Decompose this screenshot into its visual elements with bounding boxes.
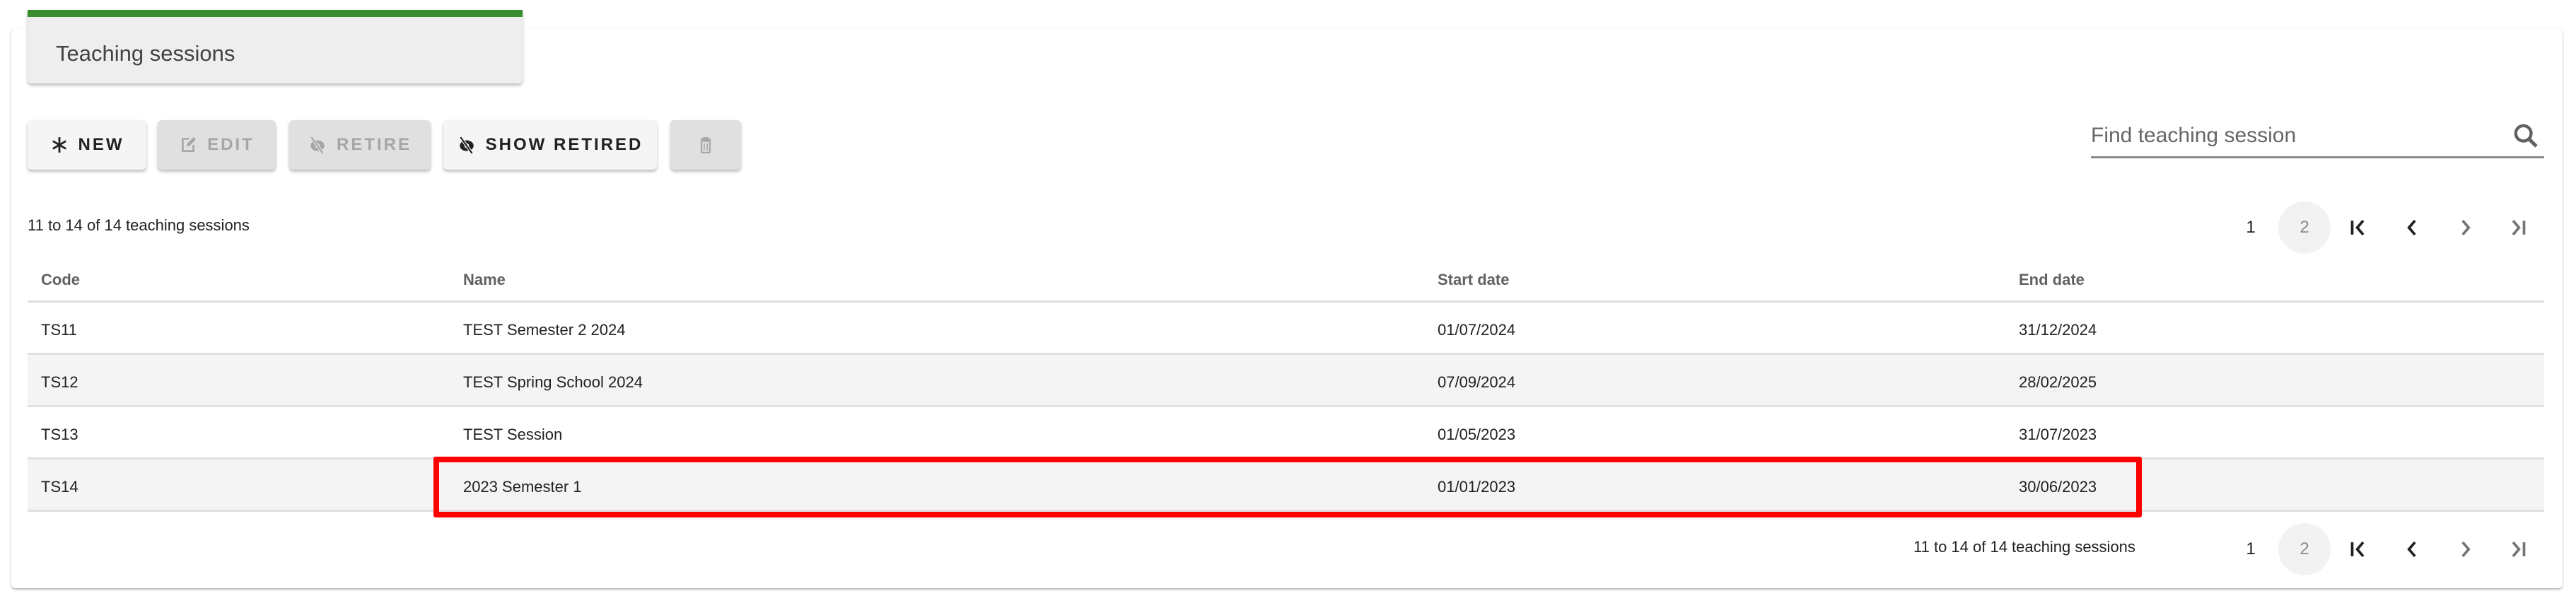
teaching-sessions-table: Code Name Start date End date TS11 TEST …: [28, 252, 2544, 512]
cell-start-date: 01/05/2023: [1438, 426, 1516, 443]
column-header-start-date[interactable]: Start date: [1438, 271, 1509, 289]
results-summary-bottom: 11 to 14 of 14 teaching sessions: [1913, 538, 2135, 556]
cell-code: TS11: [41, 321, 77, 339]
first-page-button[interactable]: [2332, 523, 2384, 575]
chevron-right-icon: [2461, 219, 2471, 236]
show-retired-button-label: SHOW RETIRED: [485, 135, 643, 154]
retire-button[interactable]: RETIRE: [289, 120, 431, 170]
column-header-name[interactable]: Name: [463, 271, 506, 289]
previous-page-button[interactable]: [2386, 523, 2438, 575]
page-1-button[interactable]: 1: [2225, 201, 2277, 254]
page-2-button[interactable]: 2: [2278, 201, 2331, 254]
table-header: Code Name Start date End date: [28, 252, 2544, 303]
column-header-end-date[interactable]: End date: [2019, 271, 2085, 289]
edit-icon: [182, 137, 196, 152]
edit-button[interactable]: EDIT: [158, 120, 276, 170]
page-title: Teaching sessions: [56, 41, 235, 66]
cell-start-date: 07/09/2024: [1438, 373, 1516, 391]
show-retired-button[interactable]: SHOW RETIRED: [443, 120, 657, 170]
cell-end-date: 30/06/2023: [2019, 478, 2097, 496]
cell-code: TS13: [41, 426, 78, 443]
column-header-code[interactable]: Code: [41, 271, 80, 289]
cell-end-date: 28/02/2025: [2019, 373, 2097, 391]
table-row[interactable]: TS14 2023 Semester 1 01/01/2023 30/06/20…: [28, 459, 2544, 512]
new-button[interactable]: NEW: [28, 120, 146, 170]
chevron-left-icon: [2407, 219, 2416, 236]
delete-button[interactable]: [670, 120, 741, 170]
cell-end-date: 31/07/2023: [2019, 426, 2097, 443]
results-summary-top: 11 to 14 of 14 teaching sessions: [28, 216, 250, 234]
pagination-bottom: 1 2: [2225, 523, 2536, 575]
cell-start-date: 01/07/2024: [1438, 321, 1516, 339]
page-2-button[interactable]: 2: [2278, 523, 2331, 575]
search-input[interactable]: [2091, 120, 2487, 151]
search-icon[interactable]: [2512, 122, 2540, 150]
chevron-left-icon: [2407, 541, 2416, 558]
search-field: [2091, 113, 2544, 158]
cell-start-date: 01/01/2023: [1438, 478, 1516, 496]
table-row[interactable]: TS12 TEST Spring School 2024 07/09/2024 …: [28, 355, 2544, 407]
first-page-icon: [2350, 541, 2365, 558]
cell-code: TS14: [41, 478, 78, 496]
first-page-icon: [2350, 219, 2365, 236]
last-page-button[interactable]: [2492, 523, 2544, 575]
table-row[interactable]: TS11 TEST Semester 2 2024 01/07/2024 31/…: [28, 303, 2544, 355]
cell-name: TEST Semester 2 2024: [463, 321, 626, 339]
cell-end-date: 31/12/2024: [2019, 321, 2097, 339]
asterisk-icon: [52, 137, 66, 153]
next-page-button[interactable]: [2440, 523, 2492, 575]
trash-icon: [700, 137, 711, 153]
chevron-right-icon: [2461, 541, 2471, 558]
new-button-label: NEW: [78, 135, 124, 154]
page-1-button[interactable]: 1: [2225, 523, 2277, 575]
retire-button-label: RETIRE: [336, 135, 412, 154]
last-page-icon: [2512, 541, 2526, 558]
last-page-icon: [2512, 219, 2526, 236]
table-row[interactable]: TS13 TEST Session 01/05/2023 31/07/2023: [28, 407, 2544, 459]
first-page-button[interactable]: [2332, 201, 2384, 254]
cell-name: TEST Spring School 2024: [463, 373, 643, 391]
edit-button-label: EDIT: [207, 135, 255, 154]
previous-page-button[interactable]: [2386, 201, 2438, 254]
next-page-button[interactable]: [2440, 201, 2492, 254]
last-page-button[interactable]: [2492, 201, 2544, 254]
panel-header: Teaching sessions: [28, 10, 523, 83]
cell-name: TEST Session: [463, 426, 563, 443]
cell-name: 2023 Semester 1: [463, 478, 582, 496]
pagination-top: 1 2: [2225, 201, 2536, 254]
visibility-off-icon: [310, 136, 325, 154]
visibility-off-icon: [459, 136, 474, 154]
cell-code: TS12: [41, 373, 78, 391]
